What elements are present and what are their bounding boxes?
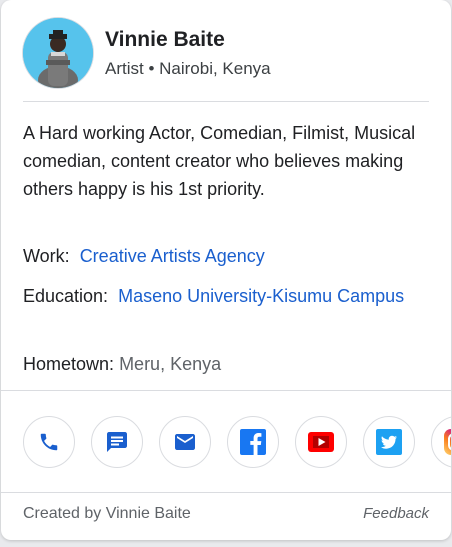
- profile-subtitle: Artist • Nairobi, Kenya: [105, 59, 271, 78]
- youtube-button[interactable]: [295, 416, 347, 468]
- profile-bio: A Hard working Actor, Comedian, Filmist,…: [23, 123, 416, 199]
- avatar[interactable]: [23, 18, 93, 88]
- facebook-button[interactable]: [227, 416, 279, 468]
- avatar-image: [23, 18, 93, 88]
- youtube-icon: [308, 432, 334, 452]
- hometown-row: Hometown: Meru, Kenya: [23, 350, 423, 378]
- profile-name: Vinnie Baite: [105, 28, 225, 51]
- created-by-text: Created by Vinnie Baite: [23, 505, 191, 522]
- divider: [23, 101, 429, 102]
- profile-card: Vinnie Baite Artist • Nairobi, Kenya A H…: [1, 0, 451, 540]
- divider: [1, 390, 451, 391]
- email-icon: [175, 434, 195, 450]
- hometown-label: Hometown:: [23, 354, 115, 374]
- email-button[interactable]: [159, 416, 211, 468]
- call-button[interactable]: [23, 416, 75, 468]
- work-link[interactable]: Creative Artists Agency: [80, 246, 265, 266]
- action-icons: [23, 416, 451, 470]
- message-icon: [107, 432, 127, 452]
- education-row: Education: Maseno University-Kisumu Camp…: [23, 282, 423, 310]
- work-row: Work: Creative Artists Agency: [23, 242, 423, 270]
- phone-icon: [40, 433, 58, 451]
- twitter-button[interactable]: [363, 416, 415, 468]
- work-label: Work:: [23, 246, 70, 266]
- profile-header: Vinnie Baite Artist • Nairobi, Kenya: [23, 18, 431, 90]
- message-button[interactable]: [91, 416, 143, 468]
- feedback-link[interactable]: Feedback: [363, 505, 429, 522]
- instagram-button[interactable]: [431, 416, 451, 468]
- divider: [1, 492, 451, 493]
- education-label: Education:: [23, 286, 109, 306]
- instagram-icon: [444, 429, 451, 455]
- hometown-value: Meru, Kenya: [119, 354, 222, 374]
- twitter-icon: [376, 429, 402, 455]
- education-link[interactable]: Maseno University-Kisumu Campus: [118, 286, 404, 306]
- facebook-icon: [240, 429, 266, 455]
